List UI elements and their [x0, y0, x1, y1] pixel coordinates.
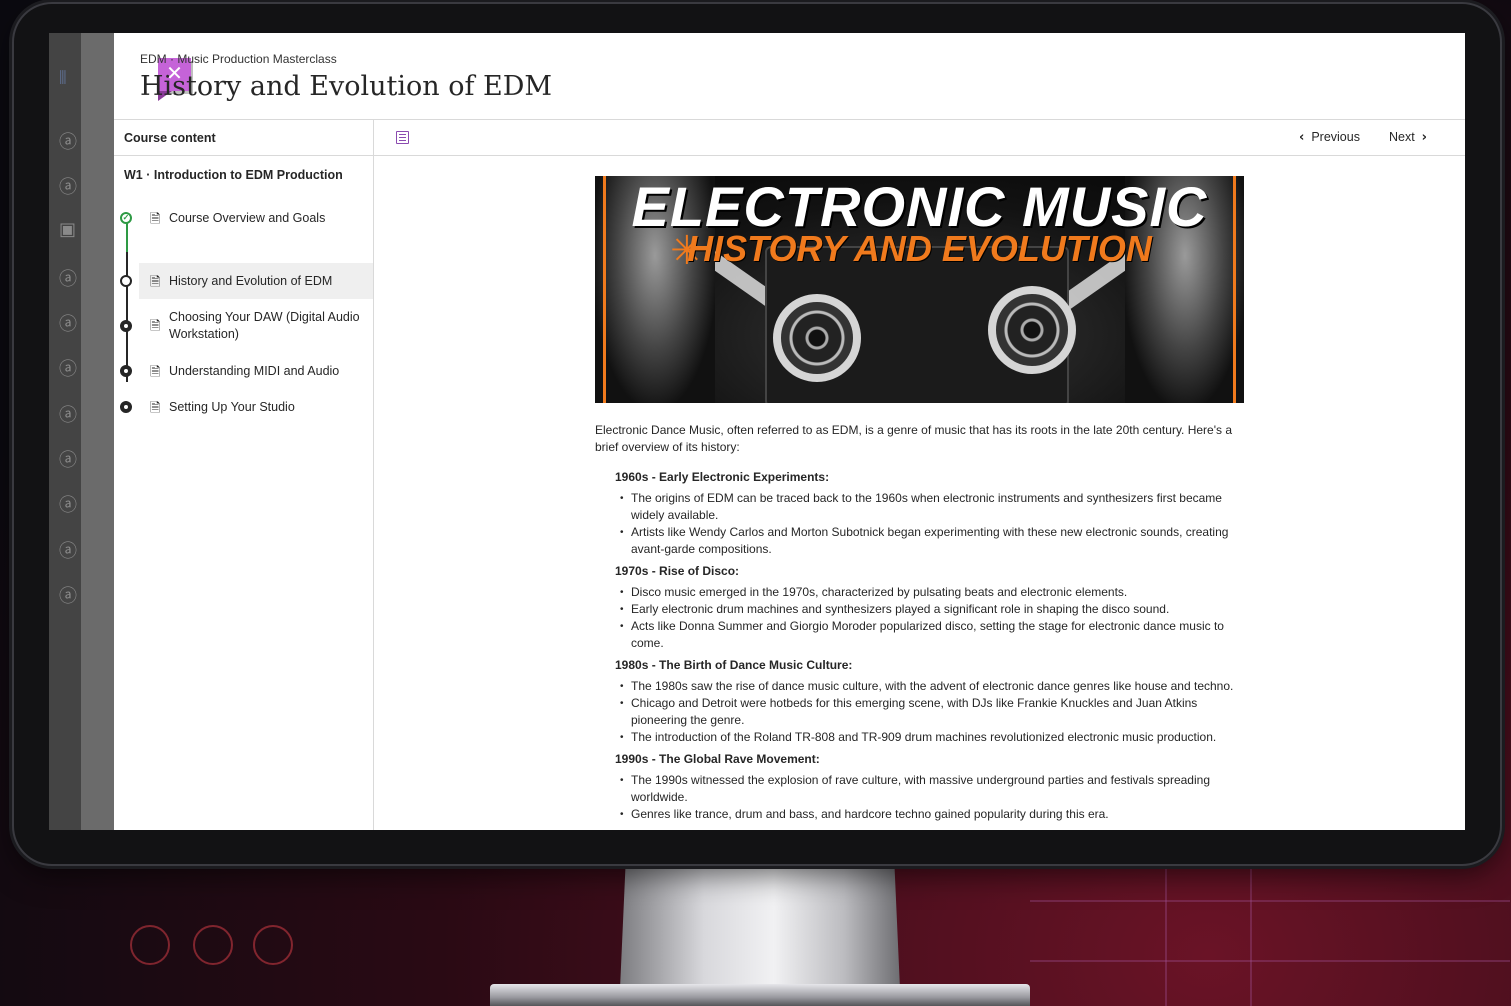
previous-button[interactable]: ‹ Previous: [1299, 130, 1360, 145]
background-content: [81, 33, 114, 830]
list-item: The 1980s saw the rise of dance music cu…: [615, 678, 1235, 695]
list-item: Genres like trance, drum and bass, and h…: [615, 806, 1235, 823]
screen: ⫴ ⓐ ⓐ ▣ ⓐ ⓐ ⓐ ⓐ ⓐ ⓐ ⓐ ⓐ ✕ EDM · Music Pr…: [49, 33, 1465, 830]
chevron-left-icon: ‹: [1299, 130, 1305, 145]
hero-subtitle: HISTORY AND EVOLUTION: [687, 228, 1152, 269]
background-nav-rail: ⫴ ⓐ ⓐ ▣ ⓐ ⓐ ⓐ ⓐ ⓐ ⓐ ⓐ ⓐ: [49, 33, 81, 830]
lesson-item[interactable]: 🗎 Setting Up Your Studio: [139, 390, 373, 424]
list-item: The 1990s witnessed the explosion of rav…: [615, 772, 1235, 806]
list-item: The introduction of the Roland TR-808 an…: [615, 729, 1235, 746]
list-item: Artists like Wendy Carlos and Morton Sub…: [615, 524, 1235, 558]
lesson-item[interactable]: 🗎 Course Overview and Goals: [139, 200, 373, 237]
list-item: Early electronic drum machines and synth…: [615, 601, 1235, 618]
hero-platter: [773, 294, 861, 382]
intro-paragraph: Electronic Dance Music, often referred t…: [595, 423, 1233, 454]
breadcrumb: EDM · Music Production Masterclass: [140, 52, 337, 66]
lesson-hero-image: ✳ ELECTRONIC MUSIC HISTORY AND EVOLUTION: [595, 176, 1244, 403]
era-list: The origins of EDM can be traced back to…: [615, 490, 1235, 558]
logo-icon: ⫴: [59, 68, 67, 89]
era-heading: 1960s - Early Electronic Experiments:: [615, 470, 830, 484]
bg-circuit-line: [1250, 864, 1252, 1006]
nav-icon: ⓐ: [59, 269, 77, 290]
next-button[interactable]: Next ›: [1389, 130, 1427, 145]
document-icon: 🗎: [150, 319, 161, 334]
era-list: Disco music emerged in the 1970s, charac…: [615, 584, 1235, 652]
bg-circuit-line: [1030, 960, 1510, 962]
nav-icon: ⓐ: [59, 314, 77, 335]
monitor-stand: [620, 864, 900, 989]
chevron-right-icon: ›: [1421, 130, 1428, 145]
lesson-label: History and Evolution of EDM: [169, 274, 333, 288]
sidebar-heading: Course content: [124, 131, 216, 145]
bg-circuit-node: [130, 925, 170, 965]
content-toolbar: ‹ Previous Next ›: [374, 120, 1465, 156]
nav-icon: ⓐ: [59, 495, 77, 516]
lesson-article: Electronic Dance Music, often referred t…: [595, 422, 1235, 828]
nav-icon: ⓐ: [59, 177, 77, 198]
document-icon: 🗎: [150, 212, 161, 227]
nav-icon: ⓐ: [59, 405, 77, 426]
nav-icon: ⓐ: [59, 132, 77, 153]
list-item: Acts like Donna Summer and Giorgio Morod…: [615, 618, 1235, 652]
list-item: Disco music emerged in the 1970s, charac…: [615, 584, 1235, 601]
lesson-item[interactable]: 🗎 Understanding MIDI and Audio: [139, 354, 373, 388]
course-content-sidebar: Course content W1 · Introduction to EDM …: [114, 120, 374, 830]
era-heading: 1980s - The Birth of Dance Music Culture…: [615, 658, 853, 672]
list-item: The origins of EDM can be traced back to…: [615, 490, 1235, 524]
document-icon: 🗎: [150, 365, 161, 380]
era-list: The 1980s saw the rise of dance music cu…: [615, 678, 1235, 746]
bg-circuit-line: [1165, 864, 1167, 1006]
era-heading: 1990s - The Global Rave Movement:: [615, 752, 820, 766]
current-lesson-marker-icon: [120, 275, 132, 287]
outline-icon[interactable]: [396, 131, 409, 144]
list-item: Chicago and Detroit were hotbeds for thi…: [615, 695, 1235, 729]
lesson-content: ‹ Previous Next › ✳ ELECTRONIC MUSIC HIS…: [374, 120, 1465, 830]
page-title: History and Evolution of EDM: [140, 71, 553, 102]
bg-circuit-node: [253, 925, 293, 965]
lesson-item-current[interactable]: 🗎 History and Evolution of EDM: [139, 263, 373, 299]
previous-label: Previous: [1311, 130, 1360, 144]
monitor-stand-base: [490, 984, 1030, 1006]
document-icon: 🗎: [150, 401, 161, 416]
lesson-panel: ✕ EDM · Music Production Masterclass His…: [114, 33, 1465, 830]
lesson-item[interactable]: 🗎 Choosing Your DAW (Digital Audio Works…: [139, 304, 373, 350]
nav-icon: ▣: [59, 219, 77, 240]
background-app-overlay: ⫴ ⓐ ⓐ ▣ ⓐ ⓐ ⓐ ⓐ ⓐ ⓐ ⓐ ⓐ: [49, 33, 114, 830]
progress-timeline: [126, 218, 128, 382]
lesson-label: Choosing Your DAW (Digital Audio Worksta…: [169, 310, 360, 341]
completed-check-icon: ✓: [120, 212, 132, 224]
lesson-label: Setting Up Your Studio: [169, 400, 295, 414]
nav-icon: ⓐ: [59, 359, 77, 380]
lesson-label: Understanding MIDI and Audio: [169, 364, 340, 378]
next-label: Next: [1389, 130, 1415, 144]
nav-icon: ⓐ: [59, 541, 77, 562]
bg-circuit-line: [1030, 900, 1510, 902]
lesson-label: Course Overview and Goals: [169, 211, 326, 225]
document-icon: 🗎: [150, 275, 161, 290]
sidebar-header: Course content: [114, 120, 373, 156]
hero-platter: [988, 286, 1076, 374]
lock-icon: [120, 320, 132, 332]
bg-circuit-node: [193, 925, 233, 965]
nav-icon: ⓐ: [59, 450, 77, 471]
era-list: The 1990s witnessed the explosion of rav…: [615, 772, 1235, 823]
era-heading: 1970s - Rise of Disco:: [615, 564, 740, 578]
nav-icon: ⓐ: [59, 586, 77, 607]
lock-icon: [120, 365, 132, 377]
lock-icon: [120, 401, 132, 413]
week-heading: W1 · Introduction to EDM Production: [124, 168, 343, 182]
